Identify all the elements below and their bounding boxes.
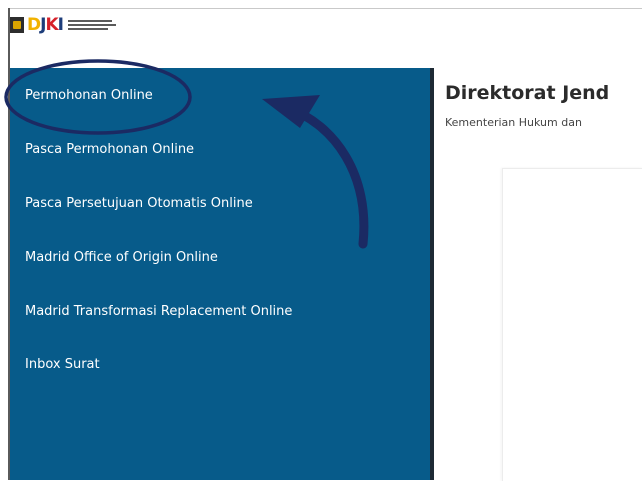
sidebar (10, 68, 430, 480)
logo-mark: DJKI (27, 15, 64, 35)
sidebar-item-madrid-transformasi-replacement-online[interactable]: Madrid Transformasi Replacement Online (25, 304, 292, 319)
djki-logo[interactable]: DJKI (10, 15, 116, 35)
emblem-icon (10, 17, 24, 33)
sidebar-item-pasca-persetujuan-otomatis-online[interactable]: Pasca Persetujuan Otomatis Online (25, 196, 253, 211)
page-title: Direktorat Jend (445, 82, 610, 104)
sidebar-item-inbox-surat[interactable]: Inbox Surat (25, 357, 100, 372)
logo-subtext (67, 20, 116, 30)
content-panel (502, 168, 642, 481)
page-subtitle: Kementerian Hukum dan (445, 116, 582, 129)
sidebar-item-permohonan-online[interactable]: Permohonan Online (25, 88, 153, 103)
window-left-border (8, 8, 10, 480)
sidebar-item-madrid-office-of-origin-online[interactable]: Madrid Office of Origin Online (25, 250, 218, 265)
sidebar-item-pasca-permohonan-online[interactable]: Pasca Permohonan Online (25, 142, 194, 157)
